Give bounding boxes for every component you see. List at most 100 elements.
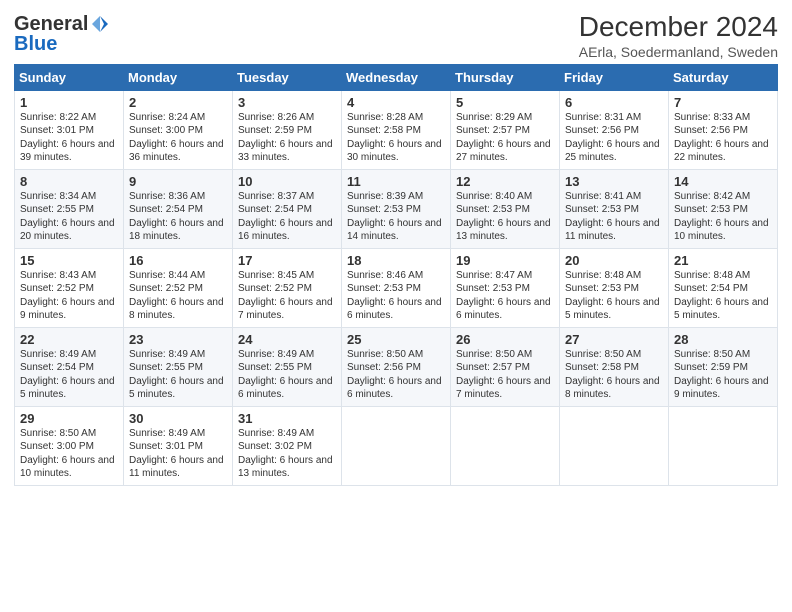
cell-info: Sunrise: 8:49 AMSunset: 3:02 PMDaylight:… [238, 428, 333, 480]
cell-info: Sunrise: 8:24 AMSunset: 3:00 PMDaylight:… [129, 112, 224, 164]
calendar-cell: 21 Sunrise: 8:48 AMSunset: 2:54 PMDaylig… [669, 248, 778, 327]
day-number: 7 [674, 95, 773, 110]
calendar-cell: 17 Sunrise: 8:45 AMSunset: 2:52 PMDaylig… [233, 248, 342, 327]
day-number: 9 [129, 174, 228, 189]
subtitle: AErla, Soedermanland, Sweden [579, 44, 778, 60]
cell-info: Sunrise: 8:29 AMSunset: 2:57 PMDaylight:… [456, 112, 551, 164]
calendar-cell: 28 Sunrise: 8:50 AMSunset: 2:59 PMDaylig… [669, 327, 778, 406]
calendar-cell: 3 Sunrise: 8:26 AMSunset: 2:59 PMDayligh… [233, 90, 342, 169]
cell-info: Sunrise: 8:50 AMSunset: 2:57 PMDaylight:… [456, 349, 551, 401]
weekday-header: Tuesday [233, 64, 342, 90]
weekday-header: Saturday [669, 64, 778, 90]
cell-info: Sunrise: 8:33 AMSunset: 2:56 PMDaylight:… [674, 112, 769, 164]
calendar-cell: 18 Sunrise: 8:46 AMSunset: 2:53 PMDaylig… [342, 248, 451, 327]
cell-info: Sunrise: 8:28 AMSunset: 2:58 PMDaylight:… [347, 112, 442, 164]
calendar-cell: 19 Sunrise: 8:47 AMSunset: 2:53 PMDaylig… [451, 248, 560, 327]
weekday-header: Sunday [15, 64, 124, 90]
calendar-cell: 5 Sunrise: 8:29 AMSunset: 2:57 PMDayligh… [451, 90, 560, 169]
calendar-cell [342, 406, 451, 485]
calendar-cell: 30 Sunrise: 8:49 AMSunset: 3:01 PMDaylig… [124, 406, 233, 485]
calendar-cell: 20 Sunrise: 8:48 AMSunset: 2:53 PMDaylig… [560, 248, 669, 327]
cell-info: Sunrise: 8:26 AMSunset: 2:59 PMDaylight:… [238, 112, 333, 164]
main-container: General Blue December 2024 AErla, Soeder… [0, 0, 792, 496]
day-number: 26 [456, 332, 555, 347]
cell-info: Sunrise: 8:31 AMSunset: 2:56 PMDaylight:… [565, 112, 660, 164]
calendar-cell: 26 Sunrise: 8:50 AMSunset: 2:57 PMDaylig… [451, 327, 560, 406]
cell-info: Sunrise: 8:49 AMSunset: 2:55 PMDaylight:… [129, 349, 224, 401]
cell-info: Sunrise: 8:22 AMSunset: 3:01 PMDaylight:… [20, 112, 115, 164]
day-number: 6 [565, 95, 664, 110]
day-number: 5 [456, 95, 555, 110]
calendar-week-row: 22 Sunrise: 8:49 AMSunset: 2:54 PMDaylig… [15, 327, 778, 406]
calendar-cell: 16 Sunrise: 8:44 AMSunset: 2:52 PMDaylig… [124, 248, 233, 327]
cell-info: Sunrise: 8:39 AMSunset: 2:53 PMDaylight:… [347, 191, 442, 243]
day-number: 23 [129, 332, 228, 347]
day-number: 28 [674, 332, 773, 347]
day-number: 25 [347, 332, 446, 347]
cell-info: Sunrise: 8:50 AMSunset: 2:56 PMDaylight:… [347, 349, 442, 401]
cell-info: Sunrise: 8:37 AMSunset: 2:54 PMDaylight:… [238, 191, 333, 243]
day-number: 4 [347, 95, 446, 110]
calendar-cell: 23 Sunrise: 8:49 AMSunset: 2:55 PMDaylig… [124, 327, 233, 406]
day-number: 1 [20, 95, 119, 110]
day-number: 13 [565, 174, 664, 189]
calendar-cell: 8 Sunrise: 8:34 AMSunset: 2:55 PMDayligh… [15, 169, 124, 248]
cell-info: Sunrise: 8:50 AMSunset: 2:59 PMDaylight:… [674, 349, 769, 401]
day-number: 2 [129, 95, 228, 110]
day-number: 10 [238, 174, 337, 189]
cell-info: Sunrise: 8:49 AMSunset: 2:54 PMDaylight:… [20, 349, 115, 401]
cell-info: Sunrise: 8:45 AMSunset: 2:52 PMDaylight:… [238, 270, 333, 322]
day-number: 29 [20, 411, 119, 426]
day-number: 27 [565, 332, 664, 347]
weekday-header: Thursday [451, 64, 560, 90]
calendar-cell: 6 Sunrise: 8:31 AMSunset: 2:56 PMDayligh… [560, 90, 669, 169]
cell-info: Sunrise: 8:48 AMSunset: 2:53 PMDaylight:… [565, 270, 660, 322]
cell-info: Sunrise: 8:47 AMSunset: 2:53 PMDaylight:… [456, 270, 551, 322]
calendar-cell: 24 Sunrise: 8:49 AMSunset: 2:55 PMDaylig… [233, 327, 342, 406]
calendar-cell: 11 Sunrise: 8:39 AMSunset: 2:53 PMDaylig… [342, 169, 451, 248]
cell-info: Sunrise: 8:49 AMSunset: 3:01 PMDaylight:… [129, 428, 224, 480]
cell-info: Sunrise: 8:43 AMSunset: 2:52 PMDaylight:… [20, 270, 115, 322]
logo-blue-text: Blue [14, 34, 57, 54]
calendar-cell [451, 406, 560, 485]
calendar-cell: 14 Sunrise: 8:42 AMSunset: 2:53 PMDaylig… [669, 169, 778, 248]
day-number: 20 [565, 253, 664, 268]
logo: General Blue [14, 14, 110, 54]
day-number: 18 [347, 253, 446, 268]
calendar-cell: 9 Sunrise: 8:36 AMSunset: 2:54 PMDayligh… [124, 169, 233, 248]
calendar-week-row: 15 Sunrise: 8:43 AMSunset: 2:52 PMDaylig… [15, 248, 778, 327]
cell-info: Sunrise: 8:42 AMSunset: 2:53 PMDaylight:… [674, 191, 769, 243]
calendar-cell: 4 Sunrise: 8:28 AMSunset: 2:58 PMDayligh… [342, 90, 451, 169]
logo-general-text: General [14, 14, 88, 34]
cell-info: Sunrise: 8:41 AMSunset: 2:53 PMDaylight:… [565, 191, 660, 243]
calendar-cell: 29 Sunrise: 8:50 AMSunset: 3:00 PMDaylig… [15, 406, 124, 485]
calendar-cell: 22 Sunrise: 8:49 AMSunset: 2:54 PMDaylig… [15, 327, 124, 406]
calendar-table: SundayMondayTuesdayWednesdayThursdayFrid… [14, 64, 778, 486]
day-number: 17 [238, 253, 337, 268]
logo-icon [90, 14, 110, 34]
cell-info: Sunrise: 8:50 AMSunset: 2:58 PMDaylight:… [565, 349, 660, 401]
calendar-cell: 7 Sunrise: 8:33 AMSunset: 2:56 PMDayligh… [669, 90, 778, 169]
cell-info: Sunrise: 8:40 AMSunset: 2:53 PMDaylight:… [456, 191, 551, 243]
day-number: 16 [129, 253, 228, 268]
calendar-cell: 13 Sunrise: 8:41 AMSunset: 2:53 PMDaylig… [560, 169, 669, 248]
cell-info: Sunrise: 8:46 AMSunset: 2:53 PMDaylight:… [347, 270, 442, 322]
calendar-cell: 12 Sunrise: 8:40 AMSunset: 2:53 PMDaylig… [451, 169, 560, 248]
calendar-cell: 10 Sunrise: 8:37 AMSunset: 2:54 PMDaylig… [233, 169, 342, 248]
calendar-week-row: 29 Sunrise: 8:50 AMSunset: 3:00 PMDaylig… [15, 406, 778, 485]
header: General Blue December 2024 AErla, Soeder… [14, 10, 778, 60]
weekday-header: Monday [124, 64, 233, 90]
calendar-header-row: SundayMondayTuesdayWednesdayThursdayFrid… [15, 64, 778, 90]
cell-info: Sunrise: 8:34 AMSunset: 2:55 PMDaylight:… [20, 191, 115, 243]
calendar-cell: 27 Sunrise: 8:50 AMSunset: 2:58 PMDaylig… [560, 327, 669, 406]
day-number: 21 [674, 253, 773, 268]
calendar-cell: 1 Sunrise: 8:22 AMSunset: 3:01 PMDayligh… [15, 90, 124, 169]
day-number: 30 [129, 411, 228, 426]
day-number: 3 [238, 95, 337, 110]
calendar-cell: 2 Sunrise: 8:24 AMSunset: 3:00 PMDayligh… [124, 90, 233, 169]
calendar-cell: 25 Sunrise: 8:50 AMSunset: 2:56 PMDaylig… [342, 327, 451, 406]
cell-info: Sunrise: 8:49 AMSunset: 2:55 PMDaylight:… [238, 349, 333, 401]
day-number: 14 [674, 174, 773, 189]
calendar-cell: 15 Sunrise: 8:43 AMSunset: 2:52 PMDaylig… [15, 248, 124, 327]
calendar-week-row: 1 Sunrise: 8:22 AMSunset: 3:01 PMDayligh… [15, 90, 778, 169]
